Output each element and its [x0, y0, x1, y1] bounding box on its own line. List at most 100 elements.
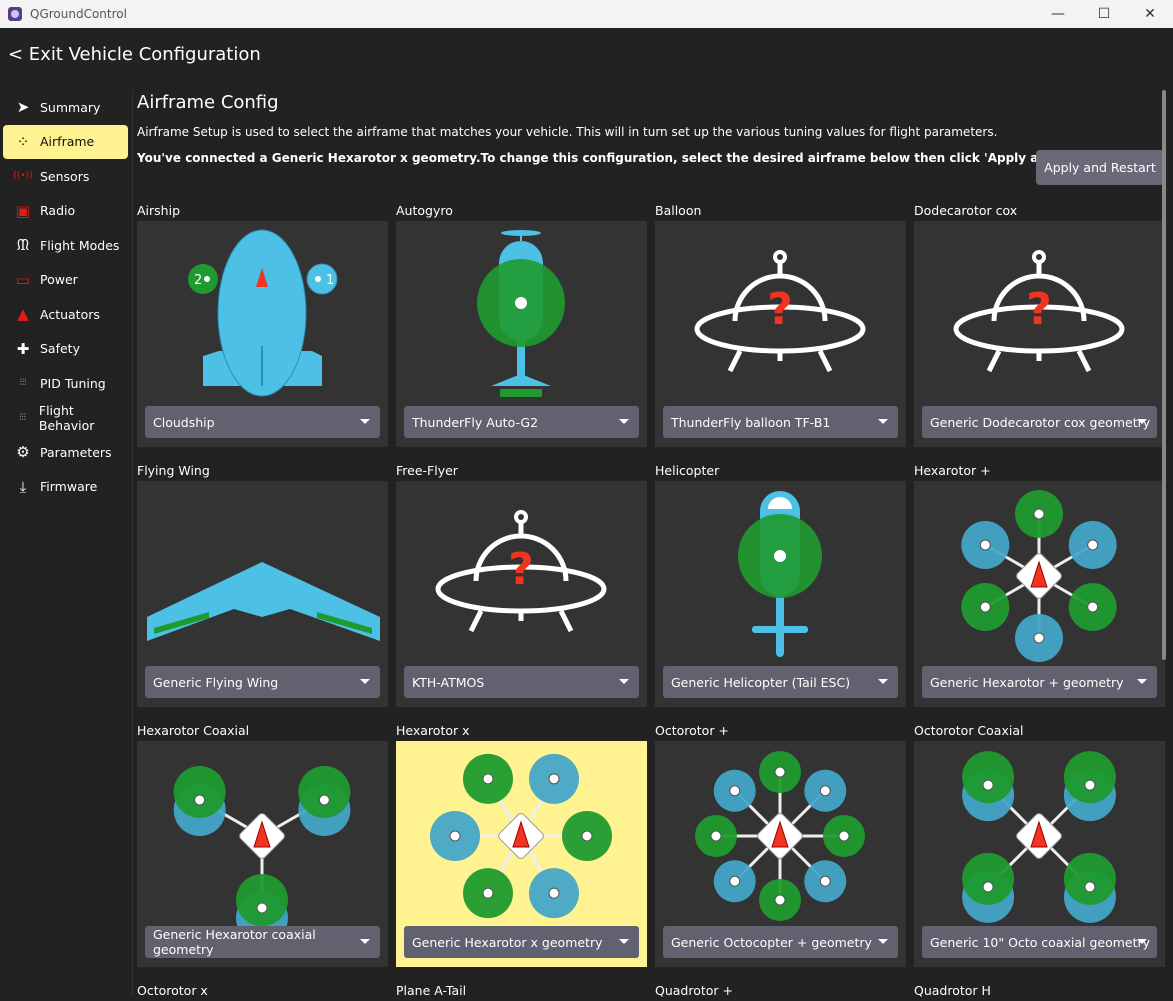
- sidebar-item-power[interactable]: ▭ Power: [3, 263, 128, 298]
- sidebar-item-label: Firmware: [40, 479, 98, 495]
- sidebar-item-pid-tuning[interactable]: ⫶⫶⫶ PID Tuning: [3, 366, 128, 401]
- airframe-label: Balloon: [655, 203, 702, 218]
- airframe-select[interactable]: Generic Hexarotor x geometry: [404, 926, 639, 958]
- airframe-card[interactable]: Generic Octocopter + geometry: [655, 741, 906, 967]
- sidebar-item-actuators[interactable]: ▲ Actuators: [3, 297, 128, 332]
- airframe-card[interactable]: ? ThunderFly balloon TF-B1: [655, 221, 906, 447]
- airframe-select[interactable]: Generic Hexarotor + geometry: [922, 666, 1157, 698]
- sliders-icon: ⫶⫶⫶: [19, 412, 26, 423]
- title-bar: QGroundControl — ☐ ✕: [0, 0, 1173, 28]
- airframe-select-value: Generic Hexarotor + geometry: [930, 674, 1124, 690]
- airframe-select[interactable]: Generic Helicopter (Tail ESC): [663, 666, 898, 698]
- airframe-helicopter: Helicopter Generic Helicopter (Tail ESC): [655, 463, 906, 707]
- sidebar-item-label: Flight Behavior: [38, 402, 95, 433]
- sidebar-item-airframe[interactable]: ⁘ Airframe: [3, 124, 128, 159]
- sidebar-item-radio[interactable]: ▣ Radio: [3, 194, 128, 229]
- flight-modes-icon: ᙢ: [16, 236, 30, 255]
- airframe-select-value: ThunderFly Auto-G2: [412, 414, 539, 430]
- airframe-card[interactable]: Generic 10" Octo coaxial geometry: [914, 741, 1165, 967]
- airframe-select[interactable]: ThunderFly balloon TF-B1: [663, 406, 898, 438]
- helicopter-icon: [738, 491, 822, 657]
- sidebar: ➤ Summary ⁘ Airframe ((•)) Sensors ▣ Radio ᙢ Flig…: [0, 90, 132, 504]
- unknown-icon: ?: [953, 250, 1125, 373]
- airframe-label: Hexarotor +: [914, 463, 991, 478]
- octo-coax-icon: [962, 751, 1116, 923]
- octo-plus-icon: [695, 751, 865, 921]
- first-aid-icon: ✚: [16, 339, 30, 358]
- description: Airframe Setup is used to select the air…: [137, 125, 998, 139]
- close-button[interactable]: ✕: [1127, 0, 1173, 28]
- airframe-select[interactable]: Generic Hexarotor coaxial geometry: [145, 926, 380, 958]
- airframe-select[interactable]: Generic Octocopter + geometry: [663, 926, 898, 958]
- airframe-select-value: Generic Hexarotor x geometry: [412, 934, 603, 950]
- airframe-label: Octorotor Coaxial: [914, 723, 1024, 738]
- sidebar-item-parameters[interactable]: ⚙ Parameters: [3, 435, 128, 470]
- airframe-card[interactable]: Generic Hexarotor coaxial geometry: [137, 741, 388, 967]
- airframe-label: Airship: [137, 203, 181, 218]
- airframe-select[interactable]: ThunderFly Auto-G2: [404, 406, 639, 438]
- svg-text:1: 1: [326, 273, 334, 288]
- airframe-card[interactable]: ? Generic Dodecarotor cox geometry: [914, 221, 1165, 447]
- chevron-down-icon: [360, 419, 370, 424]
- airframe-card[interactable]: Generic Hexarotor x geometry: [396, 741, 647, 967]
- sidebar-item-flight-behavior[interactable]: ⫶⫶⫶ Flight Behavior: [3, 401, 128, 436]
- airframe-octorotor-: Octorotor + Generic Octocopter + geometry: [655, 723, 906, 967]
- airframe-label: Octorotor x: [137, 983, 208, 998]
- airframe-autogyro: Autogyro ThunderFly Auto-G2: [396, 203, 647, 447]
- chevron-down-icon: [1137, 419, 1147, 424]
- airframe-select[interactable]: Generic 10" Octo coaxial geometry: [922, 926, 1157, 958]
- airframe-card[interactable]: Generic Hexarotor + geometry: [914, 481, 1165, 707]
- unknown-icon: ?: [435, 510, 607, 633]
- chevron-down-icon: [1137, 679, 1147, 684]
- sidebar-item-safety[interactable]: ✚ Safety: [3, 332, 128, 367]
- airframe-dodecarotor-cox: Dodecarotor cox? Generic Dodecarotor cox …: [914, 203, 1165, 447]
- airframe-label: Quadrotor +: [655, 983, 734, 998]
- airframe-hexarotor-x: Hexarotor x Generic Hexarotor x geometry: [396, 723, 647, 967]
- exit-vehicle-configuration-button[interactable]: < Exit Vehicle Configuration: [8, 44, 261, 65]
- airframe-select[interactable]: Generic Dodecarotor cox geometry: [922, 406, 1157, 438]
- page-title: Airframe Config: [137, 92, 279, 113]
- airframe-label: Autogyro: [396, 203, 453, 218]
- airframe-card[interactable]: ThunderFly Auto-G2: [396, 221, 647, 447]
- connected-message: You've connected a Generic Hexarotor x g…: [137, 151, 1118, 165]
- sidebar-item-firmware[interactable]: ⤓ Firmware: [3, 470, 128, 505]
- airframe-quadrotor-: Quadrotor +: [655, 983, 906, 1001]
- sidebar-item-label: Radio: [40, 203, 76, 219]
- chevron-down-icon: [619, 419, 629, 424]
- airframe-card[interactable]: Generic Flying Wing: [137, 481, 388, 707]
- sidebar-item-summary[interactable]: ➤ Summary: [3, 90, 128, 125]
- airframe-select-value: ThunderFly balloon TF-B1: [671, 414, 831, 430]
- airframe-label: Helicopter: [655, 463, 720, 478]
- airframe-card[interactable]: ? KTH-ATMOS: [396, 481, 647, 707]
- sidebar-item-label: Parameters: [40, 444, 112, 460]
- airframe-label: Quadrotor H: [914, 983, 991, 998]
- apply-and-restart-button[interactable]: Apply and Restart: [1036, 150, 1164, 185]
- svg-text:?: ?: [508, 544, 534, 595]
- minimize-button[interactable]: —: [1035, 0, 1081, 28]
- airship-icon: 21: [188, 229, 338, 397]
- scrollbar[interactable]: [1162, 90, 1166, 660]
- airframe-icon: ⁘: [16, 132, 30, 151]
- airframe-select[interactable]: Cloudship: [145, 406, 380, 438]
- autogyro-icon: [477, 230, 565, 397]
- download-icon: ⤓: [19, 477, 27, 496]
- sidebar-item-sensors[interactable]: ((•)) Sensors: [3, 159, 128, 194]
- airframe-label: Hexarotor x: [396, 723, 470, 738]
- airframe-label: Hexarotor Coaxial: [137, 723, 250, 738]
- maximize-button[interactable]: ☐: [1081, 0, 1127, 28]
- chevron-down-icon: [360, 939, 370, 944]
- hex-x-icon: [430, 753, 612, 919]
- airframe-select[interactable]: Generic Flying Wing: [145, 666, 380, 698]
- airframe-octorotor-x: Octorotor x: [137, 983, 388, 1001]
- chevron-down-icon: [1137, 939, 1147, 944]
- airframe-free-flyer: Free-Flyer? KTH-ATMOS: [396, 463, 647, 707]
- airframe-card[interactable]: 2 1 Cloudship: [137, 221, 388, 447]
- airframe-select-value: Generic Helicopter (Tail ESC): [671, 674, 851, 690]
- svg-text:?: ?: [1026, 284, 1052, 335]
- airframe-airship: Airship 2 1 Cloudship: [137, 203, 388, 447]
- sidebar-item-label: Safety: [40, 341, 80, 357]
- airframe-select[interactable]: KTH-ATMOS: [404, 666, 639, 698]
- flying-wing-icon: [147, 562, 380, 641]
- sidebar-item-flight-modes[interactable]: ᙢ Flight Modes: [3, 228, 128, 263]
- airframe-card[interactable]: Generic Helicopter (Tail ESC): [655, 481, 906, 707]
